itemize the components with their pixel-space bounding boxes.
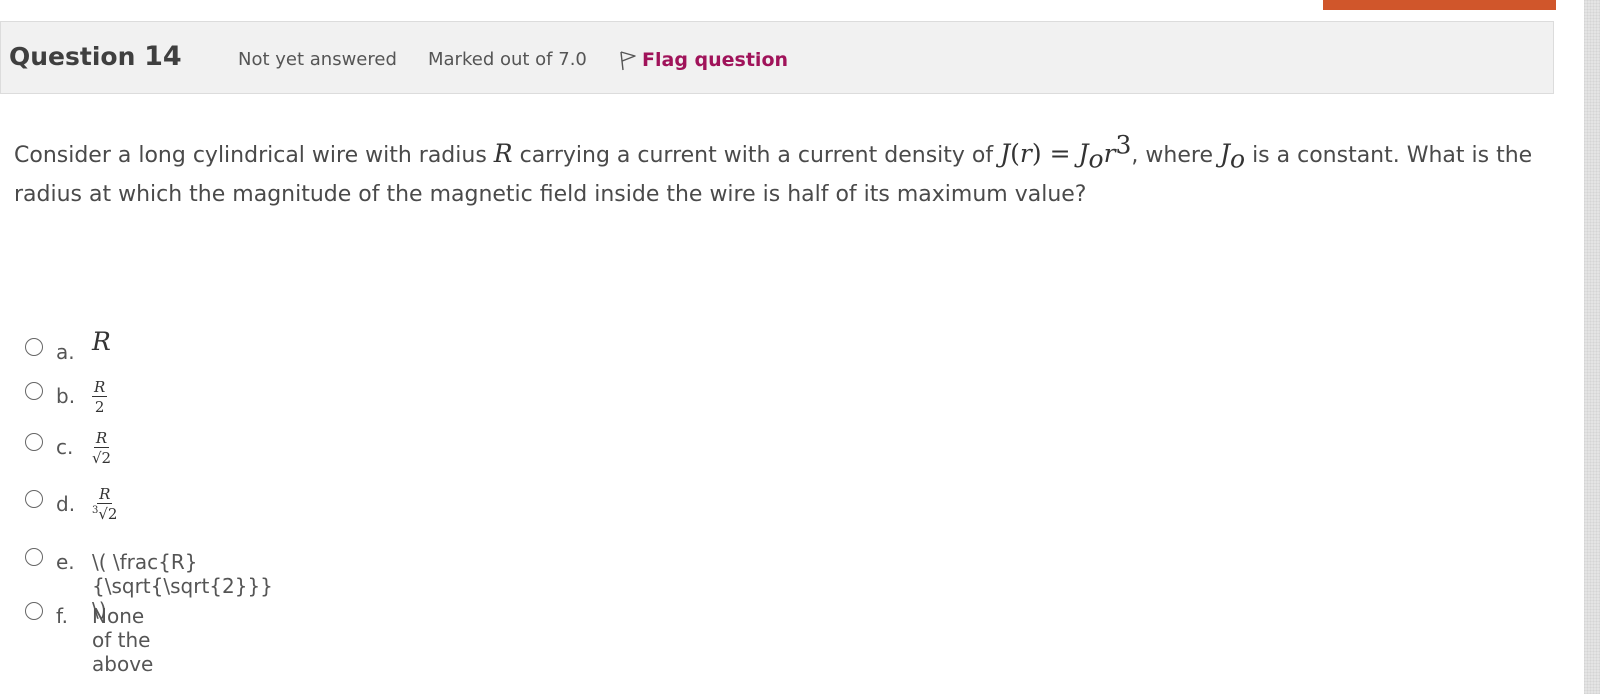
question-text-part: , where	[1131, 143, 1220, 168]
radio-button[interactable]	[25, 382, 43, 400]
radio-button[interactable]	[25, 490, 43, 508]
option-letter: f.	[56, 604, 68, 628]
math-subscript: o	[1088, 144, 1104, 174]
option-letter: c.	[56, 435, 74, 459]
flag-question-button[interactable]: Flag question	[618, 48, 788, 72]
option-letter: d.	[56, 492, 76, 516]
question-text-part: carrying a current with a current densit…	[512, 143, 1001, 168]
math-exponent: 3	[1115, 130, 1132, 160]
math-r-symbol: r	[1019, 139, 1032, 168]
question-state: Not yet answered	[238, 49, 397, 70]
question-text-part: Consider a long cylindrical wire with ra…	[14, 143, 494, 168]
option-math: R	[92, 327, 111, 356]
root-value: √2	[98, 505, 118, 523]
question-number: 14	[144, 41, 182, 72]
math-J-symbol: J	[1219, 139, 1231, 168]
fraction-numerator: R	[97, 485, 113, 504]
option-letter: b.	[56, 384, 76, 408]
question-grade: Marked out of 7.0	[428, 49, 587, 70]
fraction-numerator: R	[92, 378, 108, 397]
fraction-denominator: √2	[92, 449, 112, 467]
radio-button[interactable]	[25, 433, 43, 451]
radio-button[interactable]	[25, 602, 43, 620]
option-letter: e.	[56, 550, 75, 574]
question-label: Question	[9, 42, 136, 71]
radio-button[interactable]	[25, 548, 43, 566]
math-subscript: o	[1230, 144, 1246, 174]
scrollbar-track[interactable]	[1584, 0, 1600, 694]
top-accent-bar	[1323, 0, 1556, 10]
option-text: None of the above	[92, 604, 154, 676]
flag-question-label: Flag question	[642, 49, 789, 71]
math-equals: =	[1041, 139, 1079, 168]
option-fraction: R 3√2	[92, 486, 117, 523]
question-title: Question 14	[9, 41, 182, 72]
fraction-denominator: 2	[94, 398, 105, 416]
option-fraction: R 2	[92, 378, 108, 416]
math-paren: )	[1031, 139, 1042, 168]
flag-icon	[620, 51, 636, 71]
fraction-numerator: R	[93, 429, 110, 448]
question-text: Consider a long cylindrical wire with ra…	[14, 130, 1534, 214]
option-letter: a.	[56, 340, 75, 364]
math-radius-symbol: R	[493, 139, 513, 168]
question-info-bar: Question 14 Not yet answered Marked out …	[0, 21, 1554, 94]
math-current-density-symbol: J	[1000, 139, 1011, 168]
option-fraction: R √2	[92, 430, 111, 467]
math-paren: (	[1010, 139, 1020, 168]
math-J-symbol: J	[1078, 139, 1089, 168]
math-r-symbol: r	[1103, 139, 1116, 168]
fraction-denominator: 3√2	[92, 504, 117, 523]
radio-button[interactable]	[25, 338, 43, 356]
